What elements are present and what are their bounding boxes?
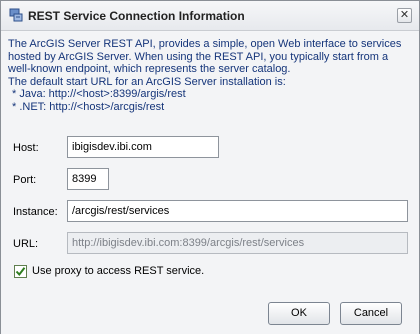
info-line: The ArcGIS Server REST API, provides a s… — [8, 38, 402, 50]
checkmark-icon — [15, 267, 26, 277]
dialog-title: REST Service Connection Information — [28, 9, 245, 23]
instance-input[interactable] — [67, 200, 408, 222]
dialog-body: The ArcGIS Server REST API, provides a s… — [1, 32, 419, 334]
cancel-button[interactable]: Cancel — [340, 302, 402, 325]
close-button[interactable]: ✕ — [397, 8, 412, 23]
proxy-checkbox-label[interactable]: Use proxy to access REST service. — [32, 265, 204, 277]
info-line: hosted by ArcGIS Server. When using the … — [8, 50, 389, 63]
info-line: The default start URL for an ArcGIS Serv… — [8, 75, 286, 88]
port-label: Port: — [13, 174, 37, 186]
url-field — [67, 232, 408, 254]
host-input[interactable] — [67, 136, 219, 158]
info-line: * .NET: http://<host>/arcgis/rest — [12, 100, 165, 113]
ok-button[interactable]: OK — [268, 302, 330, 325]
url-label: URL: — [13, 238, 39, 250]
info-line: well-known endpoint, which represents th… — [8, 63, 291, 76]
port-input[interactable] — [67, 168, 109, 190]
info-text: The ArcGIS Server REST API, provides a s… — [8, 38, 413, 114]
proxy-checkbox[interactable] — [14, 265, 27, 278]
title-bar[interactable]: REST Service Connection Information ✕ — [1, 1, 419, 31]
close-icon: ✕ — [399, 9, 410, 21]
host-label: Host: — [13, 142, 39, 154]
network-service-icon — [9, 8, 23, 22]
instance-label: Instance: — [13, 206, 58, 218]
rest-connection-dialog: REST Service Connection Information ✕ Th… — [0, 0, 420, 334]
info-line: * Java: http://<host>:8399/argis/rest — [12, 88, 186, 101]
